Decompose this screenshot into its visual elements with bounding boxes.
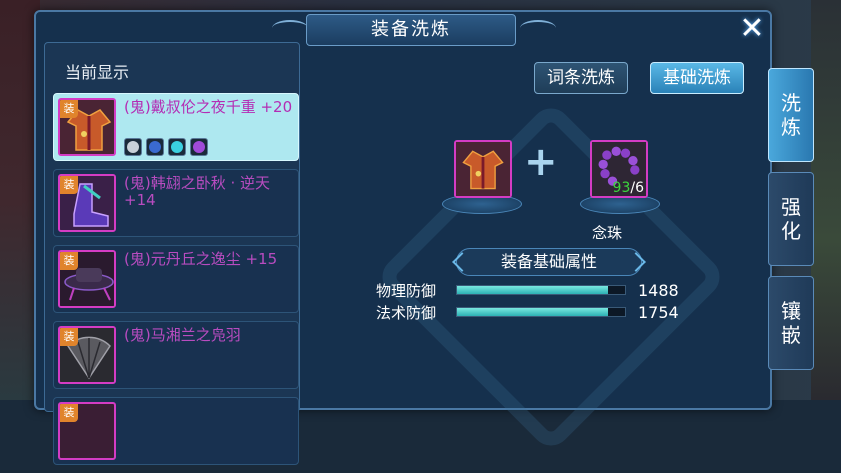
panel-heading: 当前显示 [65, 63, 130, 82]
plus-icon: + [524, 139, 558, 185]
gem-slot [124, 138, 142, 156]
hat-icon: 装 [58, 250, 116, 308]
side-tab-label: 炼 [781, 115, 801, 139]
gem-slot [168, 138, 186, 156]
equipment-slot[interactable] [454, 140, 512, 198]
stat-row-magic-defense: 法术防御 1754 [376, 302, 679, 322]
equipment-tag-badge: 装 [60, 252, 78, 270]
equipment-tag-badge: 装 [60, 328, 78, 346]
stat-label: 法术防御 [376, 303, 437, 322]
gem-stone-icon [171, 141, 183, 153]
gem-stone-icon [149, 141, 161, 153]
stat-row-physical-defense: 物理防御 1488 [376, 280, 679, 300]
base-refine-button[interactable]: 基础洗炼 [650, 62, 744, 94]
side-tab-label: 洗 [781, 91, 801, 115]
stat-label: 物理防御 [376, 281, 437, 300]
equipment-item-partial[interactable]: 装 [53, 397, 299, 465]
side-tab-inlay[interactable]: 镶 嵌 [768, 276, 814, 370]
gem-slot [190, 138, 208, 156]
stat-bar-fill [457, 286, 609, 294]
equipment-tag-badge: 装 [60, 176, 78, 194]
material-name: 念珠 [592, 224, 623, 242]
material-count-current: 93 [612, 180, 631, 196]
stat-value: 1488 [638, 280, 679, 300]
fan-icon: 装 [58, 326, 116, 384]
side-tab-label: 嵌 [781, 323, 801, 347]
equipment-icon: 装 [58, 402, 116, 460]
gem-slot [146, 138, 164, 156]
refine-main-area: 词条洗炼 基础洗炼 + 93/6 念珠 装备基础属性 物理防御 1488 法术防… [306, 42, 764, 454]
equipment-item-hat[interactable]: 装 (鬼)元丹丘之逸尘 +15 [53, 245, 299, 313]
stat-bar [456, 307, 626, 317]
gem-stone-icon [193, 141, 205, 153]
word-refine-button[interactable]: 词条洗炼 [534, 62, 628, 94]
background-right-edge [811, 0, 841, 400]
title-ornament-left [272, 20, 308, 36]
material-count-required: /6 [630, 180, 644, 196]
stat-bar [456, 285, 626, 295]
robe-icon [456, 142, 510, 196]
equipment-item-name: (鬼)元丹丘之逸尘 +15 [124, 250, 278, 268]
side-tab-enhance[interactable]: 强 化 [768, 172, 814, 266]
side-tab-label: 镶 [781, 299, 801, 323]
equipment-list: 装 (鬼)戴叔伦之夜千重 +20 装 (鬼)韩翃之卧秋 · 逆天 +14 装 (… [53, 93, 299, 473]
stat-value: 1754 [638, 302, 679, 322]
side-tab-refine[interactable]: 洗 炼 [768, 68, 814, 162]
boots-icon: 装 [58, 174, 116, 232]
material-slot[interactable]: 93/6 [590, 140, 648, 198]
side-tab-label: 化 [781, 219, 801, 243]
side-tab-label: 强 [781, 195, 801, 219]
attribute-section-title: 装备基础属性 [456, 248, 642, 276]
equipment-item-name: (鬼)戴叔伦之夜千重 +20 [124, 98, 293, 116]
stat-bar-fill [457, 308, 609, 316]
equipment-item-name: (鬼)马湘兰之凫羽 [124, 326, 241, 344]
equipment-tag-badge: 装 [60, 404, 78, 422]
equipment-item-robe[interactable]: 装 (鬼)戴叔伦之夜千重 +20 [53, 93, 299, 161]
equipment-tag-badge: 装 [60, 100, 78, 118]
title-ornament-right [520, 20, 556, 36]
gem-stone-icon [127, 141, 139, 153]
material-count: 93/6 [613, 180, 644, 196]
equipment-list-panel: 当前显示 装 (鬼)戴叔伦之夜千重 +20 装 (鬼)韩翃之卧秋 · 逆天 +1… [44, 42, 300, 465]
refine-window: 装备洗炼 ✕ 当前显示 装 (鬼)戴叔伦之夜千重 +20 装 (鬼)韩翃之卧秋 … [34, 10, 772, 465]
equipment-item-name: (鬼)韩翃之卧秋 · 逆天 +14 [124, 174, 271, 209]
equipment-item-fan[interactable]: 装 (鬼)马湘兰之凫羽 [53, 321, 299, 389]
equipment-item-boots[interactable]: 装 (鬼)韩翃之卧秋 · 逆天 +14 [53, 169, 299, 237]
gem-slots [124, 138, 208, 156]
robe-icon: 装 [58, 98, 116, 156]
